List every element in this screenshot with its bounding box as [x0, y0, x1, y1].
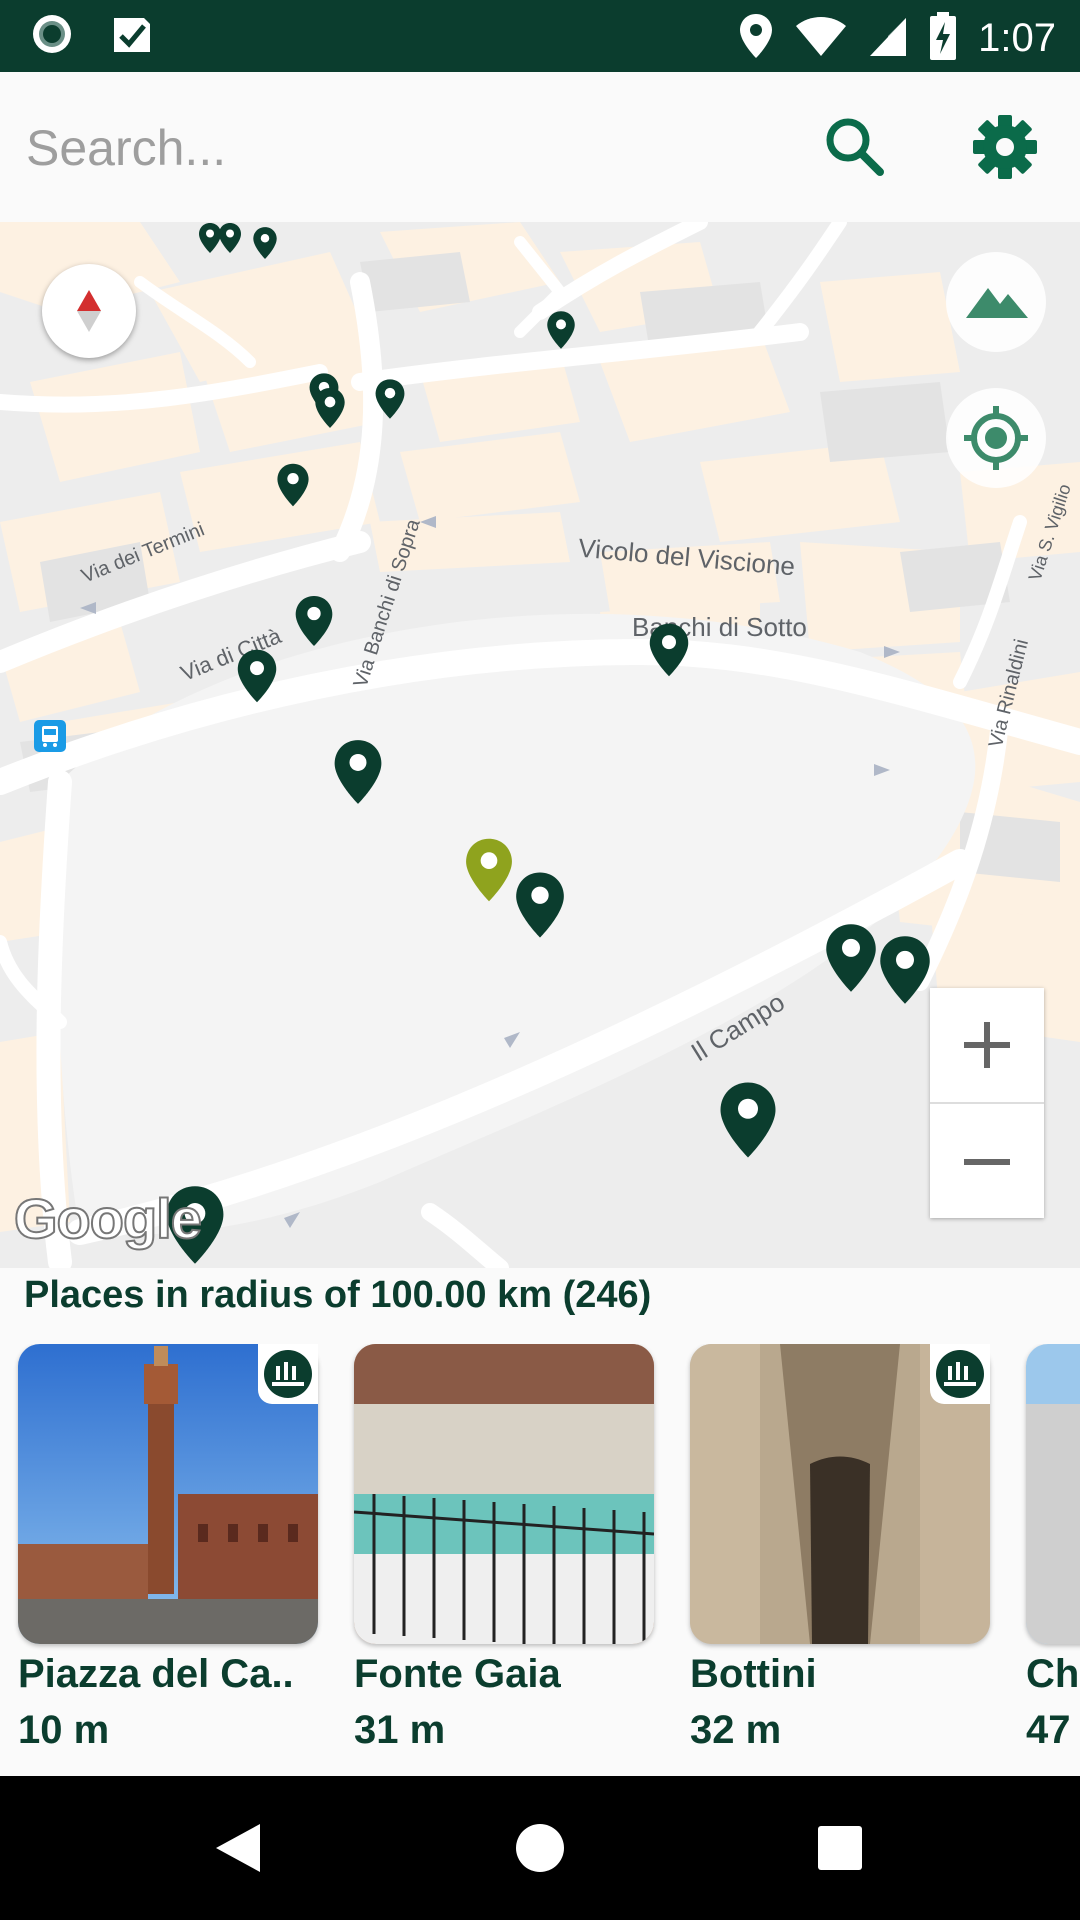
status-right-icons: 1:07 [738, 10, 1056, 67]
recents-icon[interactable] [816, 1824, 864, 1877]
terrain-icon [964, 280, 1030, 325]
place-distance: 32 m [690, 1708, 782, 1752]
place-card[interactable]: Piazza del Ca.. 10 m [18, 1344, 318, 1764]
place-distance: 10 m [18, 1708, 110, 1752]
back-icon[interactable] [214, 1822, 262, 1879]
map-pin[interactable] [824, 922, 878, 999]
zoom-controls [930, 988, 1044, 1218]
status-left-icons [30, 12, 154, 61]
search-bar [0, 72, 1080, 222]
record-icon [30, 12, 74, 61]
place-card[interactable]: Fonte Gaia 31 m [354, 1344, 654, 1764]
place-distance: 31 m [354, 1708, 446, 1752]
minus-icon [962, 1154, 1012, 1172]
terrain-button[interactable] [946, 252, 1046, 352]
gear-icon [968, 115, 1042, 188]
place-photo [1026, 1344, 1080, 1644]
home-icon[interactable] [514, 1822, 566, 1879]
places-header: Places in radius of 100.00 km (246) [24, 1274, 652, 1316]
map-pin[interactable] [294, 594, 334, 653]
map-pin[interactable] [314, 386, 346, 435]
status-time: 1:07 [978, 16, 1056, 60]
my-location-button[interactable] [946, 388, 1046, 488]
zoom-in-button[interactable] [930, 988, 1044, 1102]
map-pin[interactable] [252, 226, 278, 265]
nice-places-badge [930, 1344, 990, 1404]
settings-button[interactable] [968, 110, 1042, 184]
place-card[interactable]: Bottini 32 m [690, 1344, 990, 1764]
place-name: Fonte Gaia [354, 1652, 561, 1696]
map-pin[interactable] [718, 1080, 778, 1165]
map-pin[interactable] [332, 738, 384, 811]
status-bar: 1:07 [0, 0, 1080, 72]
map-pin[interactable] [648, 622, 690, 683]
map-pin[interactable] [546, 310, 576, 355]
place-name: Bottini [690, 1652, 817, 1696]
navigation-bar [0, 1776, 1080, 1920]
compass-button[interactable] [42, 264, 136, 358]
map-pin-selected[interactable] [464, 836, 514, 909]
place-name: Piazza del Ca.. [18, 1652, 294, 1696]
place-distance: 47 [1026, 1708, 1071, 1752]
bus-stop-icon[interactable] [34, 720, 66, 757]
my-location-icon [962, 404, 1030, 477]
place-name: Cha [1026, 1652, 1080, 1696]
map-pin[interactable] [276, 462, 310, 513]
map-background [0, 222, 1080, 1268]
search-input[interactable] [24, 116, 788, 180]
map-pin[interactable] [236, 648, 278, 709]
place-photo [354, 1344, 654, 1644]
battery-charging-icon [928, 10, 958, 67]
map-pin[interactable] [514, 870, 566, 945]
search-button[interactable] [818, 110, 892, 184]
place-card[interactable]: Cha 47 [1026, 1344, 1080, 1764]
zoom-out-button[interactable] [930, 1104, 1044, 1218]
signal-icon [868, 14, 908, 63]
nice-places-badge [258, 1344, 318, 1404]
search-icon [818, 118, 892, 188]
map-view[interactable]: Vicolo del Viscione Banchi di Sotto Via … [0, 222, 1080, 1268]
location-icon [738, 12, 774, 65]
check-task-icon [110, 12, 154, 61]
google-logo: Google [13, 1186, 203, 1251]
map-pin[interactable] [218, 222, 242, 259]
plus-icon [962, 1020, 1012, 1075]
compass-icon [75, 288, 103, 339]
places-list: Piazza del Ca.. 10 m Fonte Gaia 31 m Bot… [0, 1344, 1080, 1776]
map-pin[interactable] [374, 378, 406, 425]
map-pin[interactable] [878, 934, 932, 1011]
wifi-icon [794, 14, 848, 63]
